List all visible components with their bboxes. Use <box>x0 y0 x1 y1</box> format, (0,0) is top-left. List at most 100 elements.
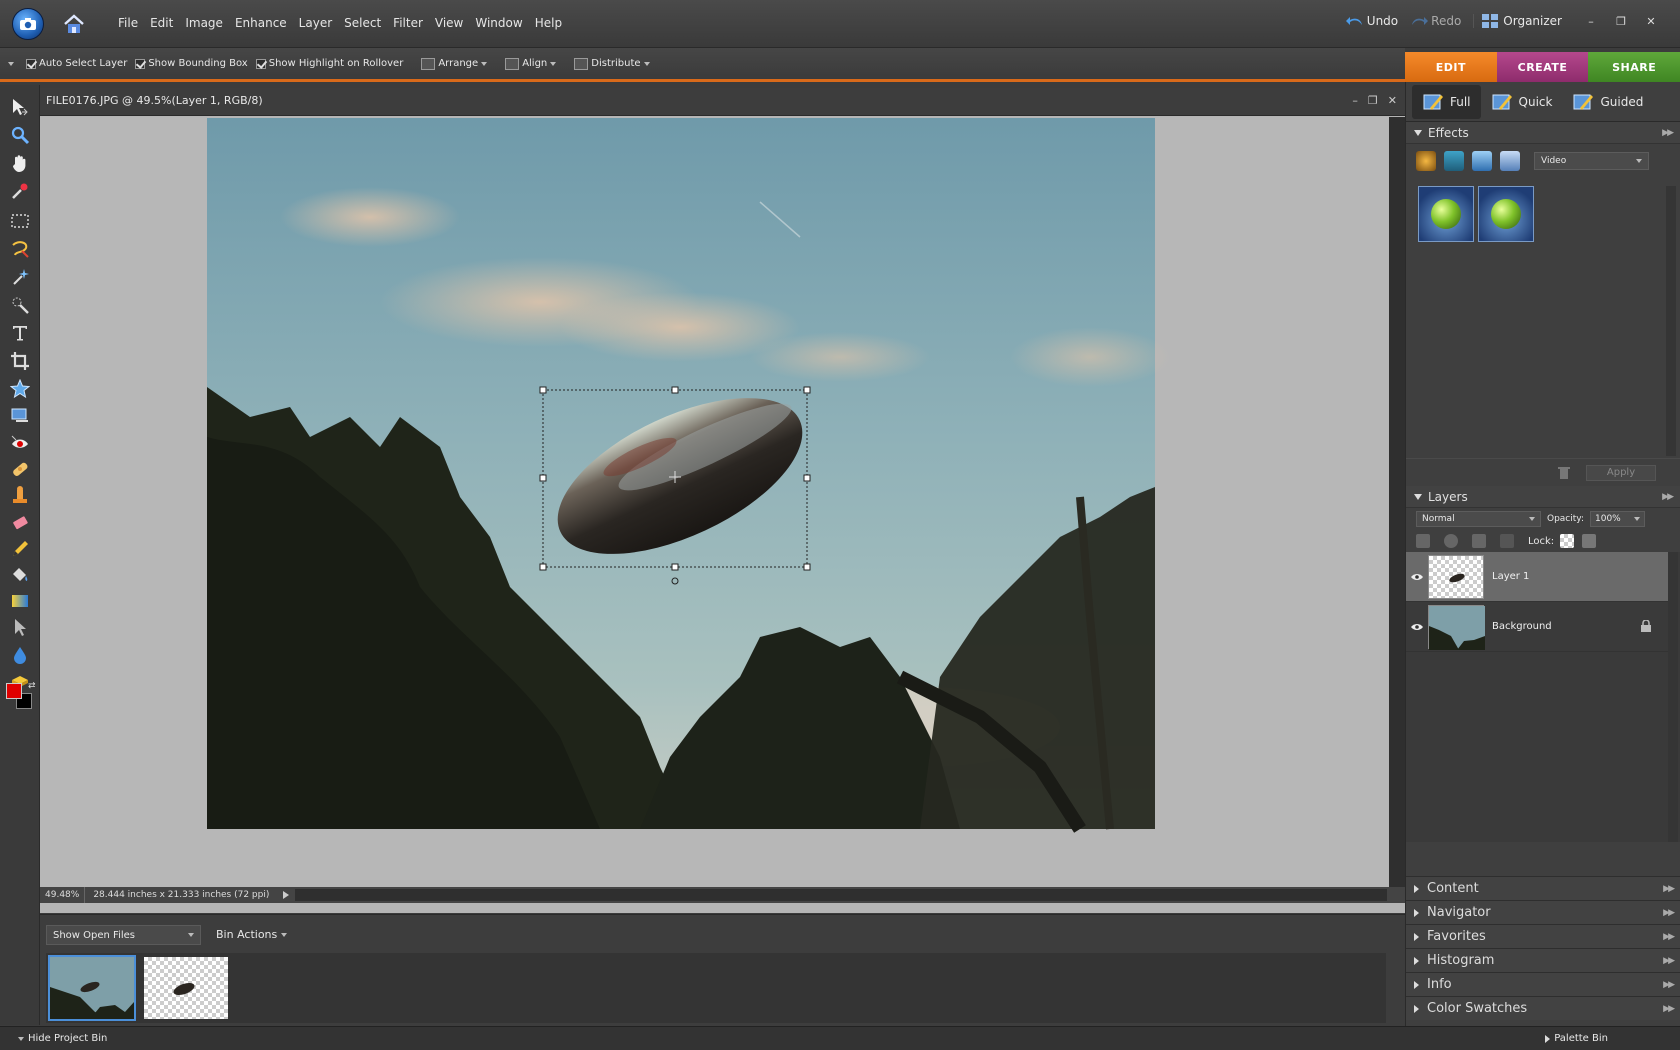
project-thumbnail-layer[interactable] <box>144 957 228 1019</box>
info-palette-header[interactable]: Info ▶▶ <box>1406 972 1680 996</box>
eraser-tool-icon[interactable] <box>8 511 32 535</box>
menu-file[interactable]: File <box>112 16 144 30</box>
photo-effects-icon[interactable] <box>1472 151 1492 171</box>
menu-window[interactable]: Window <box>469 16 528 30</box>
doc-minimize-button[interactable]: – <box>1352 94 1358 107</box>
lock-all-icon[interactable] <box>1582 534 1597 548</box>
distribute-button[interactable]: Distribute <box>564 57 650 70</box>
magic-wand-tool-icon[interactable] <box>8 265 32 289</box>
menu-filter[interactable]: Filter <box>387 16 429 30</box>
status-menu-arrow-icon[interactable] <box>283 891 290 899</box>
adjustment-layer-icon[interactable] <box>1444 534 1458 548</box>
navigator-palette-header[interactable]: Navigator ▶▶ <box>1406 900 1680 924</box>
histogram-palette-header[interactable]: Histogram ▶▶ <box>1406 948 1680 972</box>
show-highlight-checkbox[interactable]: Show Highlight on Rollover <box>255 58 403 69</box>
home-icon[interactable] <box>62 12 86 36</box>
hand-tool-icon[interactable] <box>8 151 32 175</box>
layers-scrollbar[interactable] <box>1668 552 1678 842</box>
red-eye-tool-icon[interactable] <box>8 431 32 455</box>
align-button[interactable]: Align <box>495 57 557 70</box>
lock-transparency-icon[interactable] <box>1560 534 1575 548</box>
shape-selection-tool-icon[interactable] <box>8 615 32 639</box>
zoom-level[interactable]: 49.48% <box>40 887 86 903</box>
camera-app-icon[interactable] <box>12 8 44 40</box>
move-tool-icon[interactable] <box>8 95 32 119</box>
layer-row-background[interactable]: Background <box>1406 602 1668 652</box>
straighten-tool-icon[interactable] <box>8 403 32 427</box>
effects-palette-header[interactable]: Effects ▶▶ <box>1406 122 1680 144</box>
minimize-button[interactable]: – <box>1582 15 1600 28</box>
marquee-tool-icon[interactable] <box>8 209 32 233</box>
show-open-files-select[interactable]: Show Open Files <box>46 925 201 945</box>
menu-layer[interactable]: Layer <box>293 16 338 30</box>
effects-category-select[interactable]: Video <box>1534 152 1649 170</box>
filters-icon[interactable] <box>1416 151 1436 171</box>
crop-tool-icon[interactable] <box>8 349 32 373</box>
effect-thumbnail-2[interactable] <box>1478 186 1534 242</box>
palette-menu-icon[interactable]: ▶▶ <box>1663 1004 1675 1014</box>
menu-help[interactable]: Help <box>529 16 568 30</box>
palette-menu-icon[interactable]: ▶▶ <box>1662 128 1674 138</box>
tab-edit[interactable]: EDIT <box>1405 52 1497 82</box>
menu-edit[interactable]: Edit <box>144 16 179 30</box>
visibility-eye-icon[interactable] <box>1406 573 1428 581</box>
organizer-button[interactable]: Organizer <box>1473 14 1570 28</box>
zoom-tool-icon[interactable] <box>8 123 32 147</box>
blur-tool-icon[interactable] <box>8 643 32 667</box>
photo-canvas[interactable] <box>40 117 1389 887</box>
menu-select[interactable]: Select <box>338 16 387 30</box>
options-collapse-icon[interactable] <box>8 61 14 66</box>
hide-project-bin-button[interactable]: Hide Project Bin <box>0 1033 107 1044</box>
menu-image[interactable]: Image <box>179 16 229 30</box>
auto-select-layer-checkbox[interactable]: Auto Select Layer <box>26 58 127 69</box>
project-thumbnail-photo[interactable] <box>48 955 136 1021</box>
favorites-palette-header[interactable]: Favorites ▶▶ <box>1406 924 1680 948</box>
trash-icon[interactable] <box>1558 466 1570 479</box>
color-swatches-palette-header[interactable]: Color Swatches ▶▶ <box>1406 996 1680 1020</box>
foreground-color-swatch[interactable] <box>6 683 22 699</box>
palette-menu-icon[interactable]: ▶▶ <box>1663 932 1675 942</box>
palette-menu-icon[interactable]: ▶▶ <box>1663 956 1675 966</box>
doc-close-button[interactable]: ✕ <box>1388 94 1397 107</box>
color-swatches[interactable]: ⇄ <box>6 681 36 713</box>
palette-menu-icon[interactable]: ▶▶ <box>1662 492 1674 502</box>
delete-layer-icon[interactable] <box>1472 534 1486 548</box>
eyedropper-tool-icon[interactable] <box>8 179 32 203</box>
type-tool-icon[interactable] <box>8 321 32 345</box>
palette-menu-icon[interactable]: ▶▶ <box>1663 908 1675 918</box>
palette-menu-icon[interactable]: ▶▶ <box>1663 980 1675 990</box>
restore-button[interactable]: ❐ <box>1612 15 1630 28</box>
tab-full-edit[interactable]: Full <box>1412 84 1481 119</box>
doc-restore-button[interactable]: ❐ <box>1368 94 1378 107</box>
opacity-field[interactable]: 100% <box>1590 511 1645 527</box>
visibility-eye-icon[interactable] <box>1406 623 1428 631</box>
show-all-effects-icon[interactable] <box>1500 151 1520 171</box>
layer-row-layer-1[interactable]: Layer 1 <box>1406 552 1668 602</box>
new-layer-icon[interactable] <box>1416 534 1430 548</box>
blend-mode-select[interactable]: Normal <box>1416 511 1541 527</box>
spot-healing-tool-icon[interactable] <box>8 457 32 481</box>
cookie-cutter-tool-icon[interactable] <box>8 377 32 401</box>
layers-palette-header[interactable]: Layers ▶▶ <box>1406 486 1680 508</box>
canvas-horizontal-scrollbar[interactable] <box>295 889 1387 901</box>
lasso-tool-icon[interactable] <box>8 237 32 261</box>
tab-guided-edit[interactable]: Guided <box>1562 85 1653 119</box>
canvas-vertical-scrollbar[interactable] <box>1389 117 1405 887</box>
content-palette-header[interactable]: Content ▶▶ <box>1406 876 1680 900</box>
undo-button[interactable]: Undo <box>1345 14 1398 28</box>
swap-colors-icon[interactable]: ⇄ <box>28 681 36 691</box>
quick-selection-tool-icon[interactable] <box>8 293 32 317</box>
show-bounding-box-checkbox[interactable]: Show Bounding Box <box>135 58 248 69</box>
effect-thumbnail-1[interactable] <box>1418 186 1474 242</box>
gradient-tool-icon[interactable] <box>8 589 32 613</box>
redo-button[interactable]: Redo <box>1410 14 1461 28</box>
link-layers-icon[interactable] <box>1500 534 1514 548</box>
paint-bucket-tool-icon[interactable] <box>8 563 32 587</box>
layer-styles-icon[interactable] <box>1444 151 1464 171</box>
apply-button[interactable]: Apply <box>1586 464 1656 481</box>
bin-actions-menu[interactable]: Bin Actions <box>216 928 288 941</box>
close-button[interactable]: ✕ <box>1642 15 1660 28</box>
clone-stamp-tool-icon[interactable] <box>8 483 32 507</box>
menu-view[interactable]: View <box>429 16 469 30</box>
pencil-tool-icon[interactable] <box>8 537 32 561</box>
